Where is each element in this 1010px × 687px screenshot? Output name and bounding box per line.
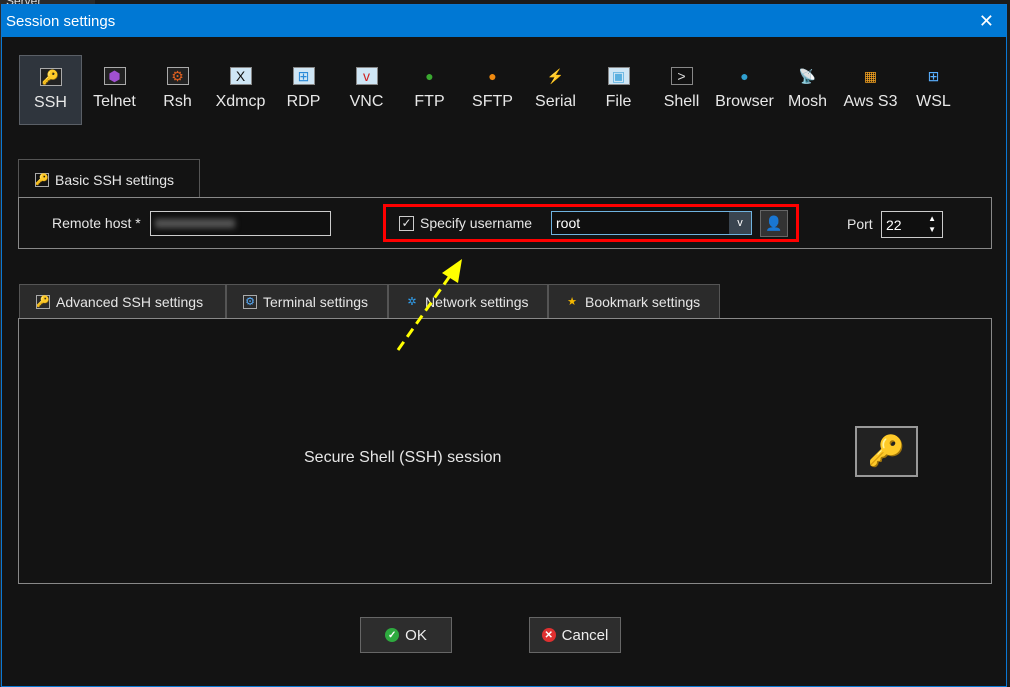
session-settings-dialog: Session settings ✕ 🔑 SSH ⬢ Telnet ⚙ Rsh X Xdmcp… xyxy=(1,4,1007,687)
protocol-vnc[interactable]: v VNC xyxy=(335,55,398,125)
tab-label: Basic SSH settings xyxy=(55,171,175,188)
protocol-label: WSL xyxy=(916,93,951,110)
protocol-label: Telnet xyxy=(93,93,136,110)
protocol-shell[interactable]: > Shell xyxy=(650,55,713,125)
protocol-label: Browser xyxy=(715,93,774,110)
vnc-monitor-icon: v xyxy=(355,67,378,85)
protocol-ssh[interactable]: 🔑 SSH xyxy=(19,55,82,125)
protocol-label: VNC xyxy=(349,93,384,110)
user-key-icon: 👤 xyxy=(765,215,783,231)
gears-icon: ⚙ xyxy=(166,67,189,85)
protocol-file[interactable]: ▣ File xyxy=(587,55,650,125)
port-value: 22 xyxy=(886,216,902,233)
username-value: root xyxy=(556,215,581,231)
session-description: Secure Shell (SSH) session xyxy=(304,449,502,466)
tab-basic-ssh-settings[interactable]: 🔑 Basic SSH settings xyxy=(18,159,200,199)
windows-icon: ⊞ xyxy=(927,67,940,84)
key-icon: 🔑 xyxy=(39,68,62,86)
protocol-label: Serial xyxy=(535,93,576,110)
tab-bookmark-settings[interactable]: ★ Bookmark settings xyxy=(548,284,720,319)
ok-button[interactable]: ✓ OK xyxy=(360,617,452,653)
protocol-label: SSH xyxy=(34,94,67,111)
cancel-label: Cancel xyxy=(561,626,609,644)
tab-advanced-ssh-settings[interactable]: 🔑 Advanced SSH settings xyxy=(19,284,226,319)
orange-globe-icon: ● xyxy=(488,68,497,84)
protocol-label: Mosh xyxy=(787,93,828,110)
chevron-down-icon[interactable]: v xyxy=(729,212,751,234)
cancel-icon: ✕ xyxy=(541,628,556,642)
star-icon: ★ xyxy=(567,296,577,308)
protocol-label: SFTP xyxy=(472,93,513,110)
protocol-label: Xdmcp xyxy=(215,93,266,110)
protocol-wsl[interactable]: ⊞ WSL xyxy=(902,55,965,125)
port-spinner[interactable]: 22 ▲ ▼ xyxy=(881,211,943,238)
specify-username-checkbox[interactable]: ✓ xyxy=(399,216,414,231)
protocol-browser[interactable]: ● Browser xyxy=(713,55,776,125)
x-monitor-icon: X xyxy=(229,67,252,85)
title-bar: Session settings xyxy=(2,5,1006,37)
user-credentials-button[interactable]: 👤 xyxy=(760,210,788,237)
globe-icon: ● xyxy=(740,68,749,84)
remote-host-label: Remote host * xyxy=(52,215,141,231)
protocol-label: FTP xyxy=(414,93,445,110)
cubes-icon: ▦ xyxy=(863,67,878,84)
annotation-arrow xyxy=(396,259,462,351)
port-label: Port xyxy=(847,216,873,232)
spinner-arrows-icon[interactable]: ▲ ▼ xyxy=(928,213,936,235)
key-icon: 🔑 xyxy=(36,294,50,309)
protocol-label: Rsh xyxy=(163,93,192,110)
close-icon[interactable]: ✕ xyxy=(979,11,994,32)
protocol-rdp[interactable]: ⊞ RDP xyxy=(272,55,335,125)
tab-label: Terminal settings xyxy=(263,293,369,310)
monitor-icon: ▣ xyxy=(607,67,630,85)
protocol-sftp[interactable]: ● SFTP xyxy=(461,55,524,125)
protocol-aws-s3[interactable]: ▦ Aws S3 xyxy=(839,55,902,125)
tab-terminal-settings[interactable]: ⚙ Terminal settings xyxy=(226,284,388,319)
satellite-icon: 📡 xyxy=(798,67,817,84)
terminal-settings-icon: ⚙ xyxy=(243,294,257,309)
green-globe-icon: ● xyxy=(425,68,434,84)
ok-label: OK xyxy=(405,626,427,644)
remote-host-input[interactable] xyxy=(150,211,331,236)
protocol-serial[interactable]: ⚡ Serial xyxy=(524,55,587,125)
ssh-key-icon: 🔑 xyxy=(855,426,918,477)
dialog-title: Session settings xyxy=(6,12,116,30)
key-icon: 🔑 xyxy=(35,172,49,187)
tab-label: Advanced SSH settings xyxy=(56,293,204,310)
plug-icon: ⚡ xyxy=(546,67,565,84)
blurred-host-value xyxy=(155,219,235,228)
protocol-telnet[interactable]: ⬢ Telnet xyxy=(83,55,146,125)
settings-content-panel: Secure Shell (SSH) session 🔑 xyxy=(18,318,992,584)
cancel-button[interactable]: ✕ Cancel xyxy=(529,617,621,653)
basic-settings-panel: Remote host * ✓ Specify username root v … xyxy=(18,197,992,249)
windows-monitor-icon: ⊞ xyxy=(292,67,315,85)
specify-username-label: Specify username xyxy=(420,215,533,231)
protocol-mosh[interactable]: 📡 Mosh xyxy=(776,55,839,125)
protocol-label: Aws S3 xyxy=(843,93,898,110)
protocol-rsh[interactable]: ⚙ Rsh xyxy=(146,55,209,125)
protocol-label: RDP xyxy=(286,93,321,110)
protocol-xdmcp[interactable]: X Xdmcp xyxy=(209,55,272,125)
protocol-label: Shell xyxy=(663,93,700,110)
username-combobox[interactable]: root v xyxy=(551,211,752,235)
purple-gem-icon: ⬢ xyxy=(103,67,126,85)
protocol-label: File xyxy=(605,93,632,110)
terminal-icon: > xyxy=(670,67,693,85)
check-icon: ✓ xyxy=(385,628,400,642)
tab-label: Bookmark settings xyxy=(585,293,701,310)
protocol-ftp[interactable]: ● FTP xyxy=(398,55,461,125)
